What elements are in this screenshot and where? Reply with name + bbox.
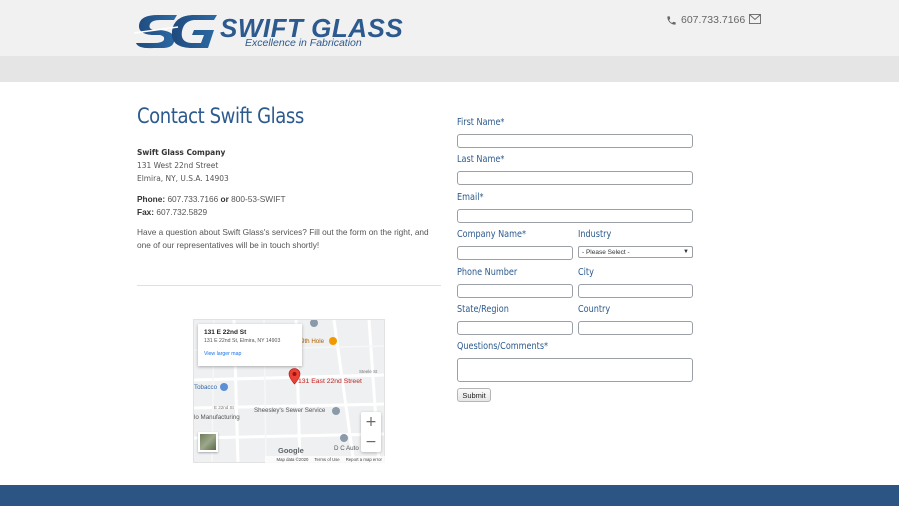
email-label: Email* [457, 192, 484, 203]
state-region-input[interactable] [457, 321, 573, 335]
state-region-label: State/Region [457, 304, 509, 315]
comments-textarea[interactable] [457, 358, 693, 382]
last-name-input[interactable] [457, 171, 693, 185]
page-title: Contact Swift Glass [137, 104, 304, 128]
alt-phone-number[interactable]: 800-53-SWIFT [231, 194, 285, 204]
email-input[interactable] [457, 209, 693, 223]
map-place-label: lo Manufacturing [194, 414, 240, 421]
mail-icon[interactable] [749, 14, 761, 24]
map-card-address: 131 E 22nd St, Elmira, NY 14903 [204, 338, 281, 344]
map-report-link[interactable]: Report a map error [346, 456, 382, 463]
industry-label: Industry [578, 229, 612, 240]
last-name-label: Last Name* [457, 154, 505, 165]
zoom-in-button[interactable]: + [361, 412, 381, 432]
header-phone-text: 607.733.7166 [681, 14, 746, 26]
map-place-label: 9th Hole [301, 338, 325, 345]
google-logo: Google [278, 446, 304, 455]
chevron-down-icon: ▼ [683, 249, 689, 255]
header-phone-link[interactable]: 607.733.7166 [666, 13, 745, 27]
comments-label: Questions/Comments* [457, 341, 549, 352]
city-label: City [578, 267, 594, 278]
phone-label: Phone: [137, 194, 166, 204]
first-name-input[interactable] [457, 134, 693, 148]
view-larger-map-link[interactable]: View larger map [204, 350, 296, 358]
city-input[interactable] [578, 284, 693, 298]
nav-band [0, 56, 899, 82]
section-divider [137, 285, 441, 286]
fax-label: Fax: [137, 207, 155, 217]
phone-icon [667, 15, 676, 25]
map-pin-label: 131 East 22nd Street [298, 378, 362, 385]
country-label: Country [578, 304, 611, 315]
map-place-label: D C Auto [334, 445, 359, 452]
country-input[interactable] [578, 321, 693, 335]
contact-numbers: Phone: 607.733.7166 or 800-53-SWIFT Fax:… [137, 193, 286, 219]
map-footer: Map data ©2020 Terms of Use Report a map… [265, 456, 385, 463]
zoom-out-button[interactable]: − [361, 432, 381, 452]
site-logo[interactable]: SWIFT GLASS Excellence in Fabrication [134, 13, 403, 53]
map-data-credit: Map data ©2020 [276, 457, 309, 462]
phone-number[interactable]: 607.733.7166 [167, 194, 218, 204]
or-text: or [220, 194, 229, 204]
first-name-label: First Name* [457, 117, 505, 128]
intro-text: Have a question about Swift Glass's serv… [137, 227, 429, 250]
company-name: Swift Glass Company [137, 147, 226, 157]
industry-select[interactable]: - Please Select - ▼ [578, 246, 693, 258]
company-name-input[interactable] [457, 246, 573, 260]
industry-selected-value: - Please Select - [582, 248, 630, 256]
brand-tagline: Excellence in Fabrication [245, 37, 362, 49]
map-place-label: Sheesley's Sewer Service [254, 407, 326, 414]
phone-number-label: Phone Number [457, 267, 518, 278]
site-footer [0, 485, 899, 506]
satellite-toggle-button[interactable] [198, 432, 218, 452]
embedded-map[interactable]: 131 East 22nd Street 9th Hole Tobacco Sh… [193, 319, 385, 463]
map-street-label: E 22nd St [214, 405, 234, 410]
sg-logo-mark-icon [134, 15, 217, 49]
map-card-title: 131 E 22nd St [204, 329, 247, 336]
company-name-label: Company Name* [457, 229, 527, 240]
street-address: 131 West 22nd Street [137, 160, 219, 170]
map-street-label: Steele St [359, 369, 378, 374]
map-info-card: 131 E 22nd St 131 E 22nd St, Elmira, NY … [198, 324, 302, 366]
city-line: Elmira, NY, U.S.A. 14903 [137, 173, 229, 183]
map-zoom-control: + − [361, 412, 381, 452]
phone-number-input[interactable] [457, 284, 573, 298]
company-address: Swift Glass Company 131 West 22nd Street… [137, 146, 229, 185]
map-place-label: Tobacco [194, 384, 218, 391]
map-terms-link[interactable]: Terms of Use [314, 456, 339, 463]
submit-button[interactable]: Submit [457, 388, 491, 402]
fax-number: 607.732.5829 [156, 207, 208, 217]
